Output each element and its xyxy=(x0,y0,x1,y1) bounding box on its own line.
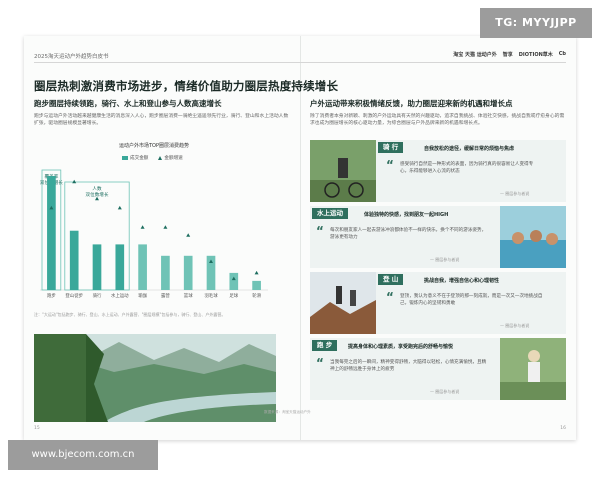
card-source-hiking: — 圈层参与者说 xyxy=(500,323,530,328)
tick-label-登山徒步: 登山徒步 xyxy=(65,292,83,299)
right-section-title: 户外运动带来积极情绪反馈，助力圈层迎来新的机遇和增长点 xyxy=(310,99,513,108)
card-source-cycling: — 圈层参与者说 xyxy=(500,191,530,196)
page-title: 圈层热刺激消费市场进步，情绪价值助力圈层热度持续增长 xyxy=(34,79,339,93)
card-source-water: — 圈层参与者说 xyxy=(430,257,460,262)
card-water-sports: 水上运动 体验独特的快感，找到朋友一起HIGH “ 每次和朋友家人一起去游泳冲浪… xyxy=(310,206,566,268)
partner-logos: 淘宝 天猫 运动户外 智享 DIOTION草木 Cb xyxy=(453,51,566,58)
left-section-body: 跑步与运动户外活动越来越健康生活的消息深入人心，跑步圈层消费一骑绝尘遥遥领先行业… xyxy=(34,114,289,126)
page-gutter xyxy=(300,36,301,440)
circle-spending-chart: 运动户外市场TOP圈层消费趋势 成交金额 金额增速 覆盖率双位数增长人数双位数增… xyxy=(34,142,274,302)
growth-marker-篮球 xyxy=(186,233,191,237)
bar-登山徒步 xyxy=(69,230,79,290)
tick-label-羽毛球: 羽毛球 xyxy=(204,292,218,299)
growth-marker-轮滑 xyxy=(254,270,259,275)
watermark-top: TG: MYYJJPP xyxy=(480,8,592,38)
cycling-photo xyxy=(310,140,376,202)
tick-label-篮球: 篮球 xyxy=(184,292,193,299)
card-cycling: 骑 行 自我放松的途径，缓解日常的烦恼与焦虑 “ 感受骑行自然是一种形式的表面，… xyxy=(310,140,566,202)
card-subtitle-hiking: 挑战自我，增强自信心和心理韧性 xyxy=(424,278,500,284)
card-subtitle-cycling: 自我放松的途径，缓解日常的烦恼与焦虑 xyxy=(424,146,515,152)
bar-足球 xyxy=(229,272,239,290)
card-label-running: 跑 步 xyxy=(312,340,338,351)
quote-icon: “ xyxy=(386,290,394,304)
bar-骑行 xyxy=(92,244,102,290)
tick-label-骑行: 骑行 xyxy=(93,292,102,299)
logo-zhixiang: 智享 xyxy=(502,52,513,58)
left-section-title: 跑步圈层持续领跑，骑行、水上和登山参与人数高速增长 xyxy=(34,99,222,108)
bar-露营 xyxy=(161,255,170,290)
card-quote-cycling: 感受骑行自然是一种形式的表面，因为骑行真的很容易让人变得专心，乐得能够进入心流的… xyxy=(400,162,534,174)
page-number-right: 16 xyxy=(560,426,566,431)
card-quote-hiking: 登顶，我认为意义不在于登顶的那一刻成就，而是一次又一次地挑战自己，锻炼内心的坚韧… xyxy=(400,294,543,306)
hiking-photo xyxy=(310,272,376,334)
tick-label-瑜伽: 瑜伽 xyxy=(138,292,147,299)
running-photo xyxy=(500,338,566,400)
bar-轮滑 xyxy=(252,280,261,290)
watermark-bottom: www.bjecom.com.cn xyxy=(8,440,158,470)
card-label-cycling: 骑 行 xyxy=(378,142,404,153)
card-quote-water: 每次和朋友家人一起去游泳冲浪都体验不一样的快乐，换个不同的游泳姿势，游泳更有动力 xyxy=(330,228,487,240)
logo-diotion: DIOTION草木 xyxy=(518,52,553,58)
growth-marker-登山徒步 xyxy=(72,179,77,184)
tick-label-足球: 足球 xyxy=(229,292,238,299)
growth-marker-瑜伽 xyxy=(140,225,145,229)
logo-cb: Cb xyxy=(558,51,566,57)
chart-annotation-1-1: 双位数增长 xyxy=(86,191,109,198)
chart-annotation-1-0: 人数 xyxy=(92,185,102,192)
card-subtitle-running: 提高身体和心理素质，享受跑完后的舒畅与愉悦 xyxy=(348,344,454,350)
growth-marker-水上运动 xyxy=(117,205,122,210)
report-spread: 2025淘天运动户外趋势白皮书 淘宝 天猫 运动户外 智享 DIOTION草木 … xyxy=(24,36,576,440)
bar-跑步 xyxy=(47,176,56,290)
quote-icon: “ xyxy=(386,158,394,172)
quote-icon: “ xyxy=(316,356,324,370)
card-running: 跑 步 提高身体和心理素质，享受跑完后的舒畅与愉悦 “ 当我每完之后的一瞬间，精… xyxy=(310,338,566,400)
card-label-hiking: 登 山 xyxy=(378,274,404,285)
card-subtitle-water: 体验独特的快感，找到朋友一起HIGH xyxy=(364,212,449,218)
header-divider xyxy=(34,62,566,63)
river-landscape-photo xyxy=(34,334,276,422)
page-number-left: 15 xyxy=(34,426,40,431)
chart-plot: 覆盖率双位数增长人数双位数增长跑步登山徒步骑行水上运动瑜伽露营篮球羽毛球足球轮滑 xyxy=(40,169,268,299)
logo-taotian: 淘宝 天猫 运动户外 xyxy=(453,52,497,58)
chart-footnote: 注："大运动"包括跑步、骑行、登山、水上运动、户外露营、"圈层规模"包括参与，骑… xyxy=(34,312,226,317)
card-hiking: 登 山 挑战自我，增强自信心和心理韧性 “ 登顶，我认为意义不在于登顶的那一刻成… xyxy=(310,272,566,334)
left-section-text: 跑步圈层持续领跑，骑行、水上和登山参与人数高速增长 跑步与运动户外活动越来越健康… xyxy=(34,98,292,127)
water-photo xyxy=(500,206,566,268)
tick-label-轮滑: 轮滑 xyxy=(252,292,261,299)
tick-label-露营: 露营 xyxy=(161,292,170,299)
growth-marker-露营 xyxy=(163,225,168,229)
quote-icon: “ xyxy=(316,224,324,238)
bar-水上运动 xyxy=(115,244,125,290)
right-section-body: 除了消费者本身对新颖、刺激的户外运动具有天然的兴趣驱动，追求自我挑战、体验社交快… xyxy=(310,114,565,126)
card-label-water: 水上运动 xyxy=(312,208,348,219)
card-source-running: — 圈层参与者说 xyxy=(430,389,460,394)
bar-瑜伽 xyxy=(138,244,147,290)
footer-source: 数据来源：淘宝天猫运动户外 xyxy=(264,410,311,414)
right-section-text: 户外运动带来积极情绪反馈，助力圈层迎来新的机遇和增长点 除了消费者本身对新颖、刺… xyxy=(310,98,566,127)
report-title: 2025淘天运动户外趋势白皮书 xyxy=(34,54,109,60)
tick-label-水上运动: 水上运动 xyxy=(111,292,129,299)
card-quote-running: 当我每完之后的一瞬间，精神变得舒畅，大脑得以轻松，心情充满愉悦，且精神上的舒畅远… xyxy=(330,360,487,372)
tick-label-跑步: 跑步 xyxy=(47,292,56,299)
bar-篮球 xyxy=(183,255,193,290)
